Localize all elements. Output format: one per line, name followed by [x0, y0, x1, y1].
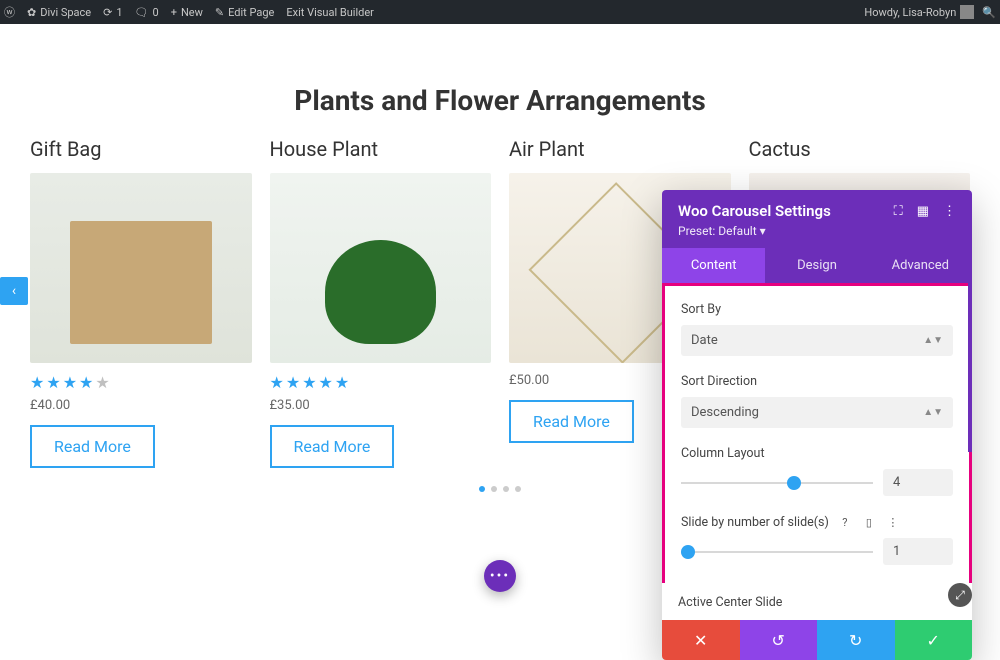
carousel-dot[interactable]: [515, 486, 521, 492]
product-name: House Plant: [270, 137, 492, 161]
star-icon: ★: [79, 373, 93, 392]
expand-icon[interactable]: ▦: [917, 204, 929, 219]
tab-advanced[interactable]: Advanced: [869, 248, 972, 283]
read-more-button[interactable]: Read More: [270, 425, 395, 468]
preset-selector[interactable]: Preset: Default ▾: [678, 220, 956, 248]
exit-builder-item[interactable]: Exit Visual Builder: [286, 6, 374, 19]
tab-content[interactable]: Content: [662, 248, 765, 283]
redo-button[interactable]: ↻: [817, 620, 895, 660]
new-label: New: [181, 6, 203, 19]
avatar: [960, 5, 974, 19]
settings-panel: Woo Carousel Settings ⛶ ▦ ⋮ Preset: Defa…: [662, 190, 972, 660]
search-icon[interactable]: 🔍: [982, 6, 996, 19]
menu-icon[interactable]: ⋮: [943, 204, 956, 219]
carousel-dot[interactable]: [479, 486, 485, 492]
product-card: House Plant ★★★★★ £35.00 Read More: [270, 137, 492, 468]
sortby-select[interactable]: Date ▲▼: [681, 325, 953, 356]
product-image[interactable]: [30, 173, 252, 363]
star-icon: ★: [270, 373, 284, 392]
slide-value[interactable]: 1: [883, 538, 953, 565]
slide-label: Slide by number of slide(s): [681, 515, 829, 530]
column-value[interactable]: 4: [883, 469, 953, 496]
panel-title: Woo Carousel Settings: [678, 202, 894, 220]
star-icon: ★: [302, 373, 316, 392]
builder-fab[interactable]: •••: [484, 560, 516, 592]
active-center-label: Active Center Slide: [662, 583, 972, 620]
edit-page-label: Edit Page: [228, 6, 274, 19]
refresh-item[interactable]: ⟳ 1: [103, 6, 122, 19]
refresh-count: 1: [116, 6, 122, 19]
panel-body: Sort By Date ▲▼ Sort Direction Descendin…: [662, 283, 972, 583]
site-name[interactable]: ✿ Divi Space: [27, 6, 91, 19]
sortby-label: Sort By: [681, 302, 953, 317]
device-icon[interactable]: ▯: [861, 514, 877, 530]
panel-scrollbar[interactable]: [968, 274, 972, 452]
star-icon: ★: [286, 373, 300, 392]
product-price: £35.00: [270, 398, 492, 413]
comments-count: 0: [153, 6, 159, 19]
product-price: £40.00: [30, 398, 252, 413]
product-name: Cactus: [749, 137, 971, 161]
star-icon: ★: [30, 373, 44, 392]
wp-admin-bar: ⓦ ✿ Divi Space ⟳ 1 🗨 0 + New ✎ Edit Page…: [0, 0, 1000, 24]
comments-item[interactable]: 🗨 0: [135, 6, 159, 19]
chevron-down-icon: ▲▼: [923, 407, 943, 418]
star-icon: ★: [63, 373, 77, 392]
product-name: Air Plant: [509, 137, 731, 161]
panel-tabs: Content Design Advanced: [662, 248, 972, 283]
help-fab[interactable]: ⤢: [948, 583, 972, 607]
star-icon: ★: [319, 373, 333, 392]
cancel-button[interactable]: ✕: [662, 620, 740, 660]
carousel-dot[interactable]: [503, 486, 509, 492]
confirm-button[interactable]: ✓: [895, 620, 973, 660]
star-icon: ★: [46, 373, 60, 392]
slider-thumb[interactable]: [787, 476, 801, 490]
new-item[interactable]: + New: [171, 6, 203, 19]
greeting[interactable]: Howdy, Lisa-Robyn: [864, 5, 974, 19]
undo-button[interactable]: ↺: [740, 620, 818, 660]
carousel-dot[interactable]: [491, 486, 497, 492]
product-image[interactable]: [270, 173, 492, 363]
wp-logo-icon[interactable]: ⓦ: [4, 4, 15, 20]
read-more-button[interactable]: Read More: [509, 400, 634, 443]
star-icon: ★: [95, 373, 109, 392]
greeting-label: Howdy, Lisa-Robyn: [864, 6, 956, 19]
sortdir-label: Sort Direction: [681, 374, 953, 389]
help-icon[interactable]: ?: [837, 514, 853, 530]
site-name-label: Divi Space: [40, 6, 91, 19]
options-icon[interactable]: ⋮: [885, 514, 901, 530]
column-label: Column Layout: [681, 446, 953, 461]
product-rating: ★★★★★: [270, 373, 492, 392]
panel-header: Woo Carousel Settings ⛶ ▦ ⋮ Preset: Defa…: [662, 190, 972, 248]
product-name: Gift Bag: [30, 137, 252, 161]
product-rating: ★★★★★: [30, 373, 252, 392]
star-icon: ★: [335, 373, 349, 392]
column-slider[interactable]: [681, 482, 873, 484]
edit-page-item[interactable]: ✎ Edit Page: [215, 6, 274, 19]
panel-actions: ✕ ↺ ↻ ✓: [662, 620, 972, 660]
slide-slider[interactable]: [681, 551, 873, 553]
page-title: Plants and Flower Arrangements: [30, 84, 970, 117]
sortby-value: Date: [691, 333, 718, 348]
chevron-down-icon: ▲▼: [923, 335, 943, 346]
exit-builder-label: Exit Visual Builder: [286, 6, 374, 19]
tab-design[interactable]: Design: [765, 248, 868, 283]
carousel-prev-button[interactable]: ‹: [0, 277, 28, 305]
focus-icon[interactable]: ⛶: [894, 204, 903, 219]
slider-thumb[interactable]: [681, 545, 695, 559]
read-more-button[interactable]: Read More: [30, 425, 155, 468]
product-card: Gift Bag ★★★★★ £40.00 Read More: [30, 137, 252, 468]
sortdir-value: Descending: [691, 405, 759, 420]
sortdir-select[interactable]: Descending ▲▼: [681, 397, 953, 428]
